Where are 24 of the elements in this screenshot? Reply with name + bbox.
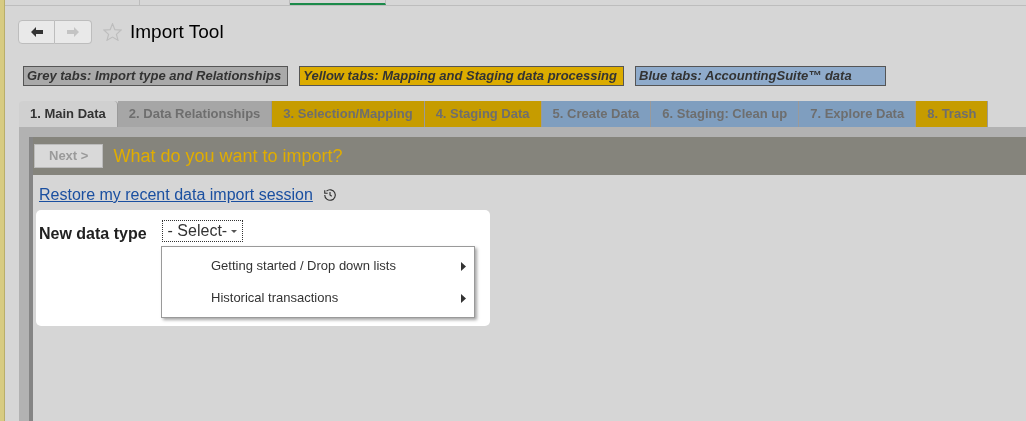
back-button[interactable] — [18, 20, 55, 44]
legend-label: Blue tabs: AccountingSuite™ data — [635, 66, 886, 86]
caret-icon — [231, 228, 238, 234]
menu-item[interactable]: Getting started / Drop down lists — [162, 250, 474, 282]
right-arrow-icon — [67, 27, 79, 37]
star-icon[interactable] — [103, 23, 122, 41]
tab[interactable]: 1. Main Data — [19, 101, 118, 127]
tab[interactable]: 2. Data Relationships — [117, 101, 273, 127]
tab[interactable]: 6. Staging: Clean up — [651, 101, 800, 127]
page-title: Import Tool — [130, 19, 224, 44]
tab[interactable]: 8. Trash — [916, 101, 989, 127]
tab[interactable]: 5. Create Data — [541, 101, 652, 127]
step-heading: What do you want to import? — [113, 144, 343, 168]
tab[interactable]: 4. Staging Data — [424, 101, 542, 127]
tab[interactable]: 3. Selection/Mapping — [272, 101, 425, 127]
history-icon[interactable] — [322, 188, 337, 202]
field-label: New data type — [39, 224, 147, 244]
legend-label: Yellow tabs: Mapping and Staging data processing — [299, 66, 624, 86]
menu-item[interactable]: Historical transactions — [162, 282, 474, 314]
tab[interactable]: 7. Explore Data — [799, 101, 917, 127]
left-arrow-icon — [30, 27, 43, 37]
legend-label: Grey tabs: Import type and Relationships — [23, 66, 289, 86]
restore-link[interactable]: Restore my recent data import session — [39, 183, 313, 207]
type-select[interactable]: - Select- — [161, 220, 244, 242]
